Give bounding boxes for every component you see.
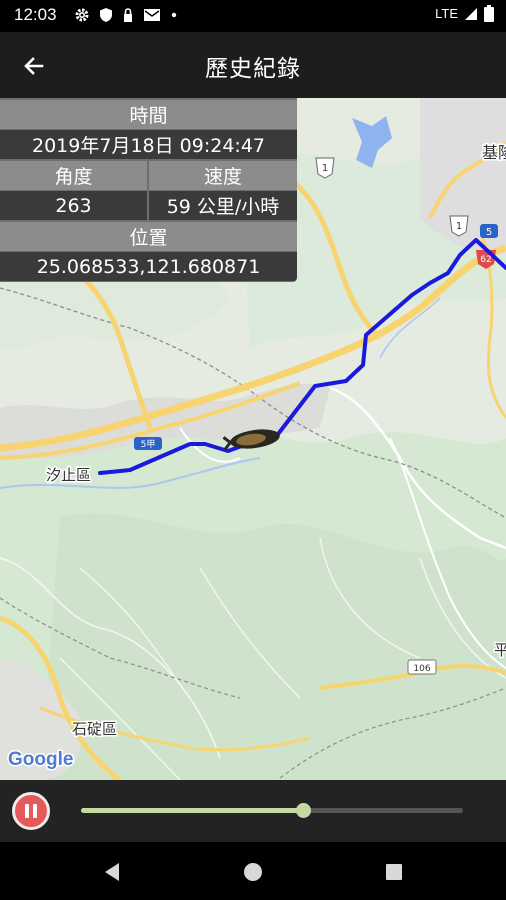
time-label: 時間	[0, 100, 297, 129]
position-value: 25.068533,121.680871	[0, 252, 297, 281]
system-nav-bar	[0, 842, 506, 900]
svg-text:62: 62	[480, 255, 491, 265]
google-logo: Google	[8, 749, 73, 770]
time-header-row: 時間	[0, 100, 297, 129]
svg-text:5: 5	[486, 227, 492, 238]
mail-icon	[144, 9, 160, 21]
nav-back-icon[interactable]	[100, 860, 124, 884]
pause-button[interactable]	[12, 792, 50, 830]
status-system-icons: LTE	[435, 5, 494, 22]
gear-icon	[75, 8, 89, 22]
time-value: 2019年7月18日 09:24:47	[0, 130, 297, 159]
angle-speed-header-row: 角度 速度	[0, 161, 297, 190]
playback-progress	[81, 808, 303, 813]
nav-home-icon[interactable]	[241, 860, 265, 884]
network-type: LTE	[435, 6, 458, 21]
time-value-row: 2019年7月18日 09:24:47	[0, 130, 297, 159]
place-label-xizhi: 汐止區	[46, 466, 91, 484]
playback-slider[interactable]	[81, 803, 463, 818]
playback-slider-thumb[interactable]	[295, 803, 311, 818]
app-bar: 歷史紀錄	[0, 32, 506, 98]
svg-text:106: 106	[413, 664, 430, 674]
info-panel: 時間 2019年7月18日 09:24:47 角度 速度 263 59 公里/小…	[0, 98, 297, 282]
dot-icon	[171, 12, 177, 18]
status-time: 12:03	[14, 5, 57, 24]
status-bar: 12:03 LTE	[0, 0, 506, 32]
angle-value: 263	[0, 191, 147, 220]
position-header-row: 位置	[0, 222, 297, 251]
svg-text:1: 1	[456, 221, 462, 232]
speed-value: 59 公里/小時	[149, 191, 297, 220]
svg-text:5甲: 5甲	[141, 439, 156, 450]
road-sign-106: 106	[407, 659, 437, 675]
place-label-shiding: 石碇區	[72, 720, 117, 738]
svg-text:1: 1	[322, 163, 328, 174]
speed-label: 速度	[149, 161, 297, 190]
page-title: 歷史紀錄	[205, 56, 301, 82]
angle-speed-value-row: 263 59 公里/小時	[0, 191, 297, 220]
road-sign-5a: 5	[480, 224, 498, 238]
signal-icon	[465, 7, 477, 20]
shield-icon	[100, 8, 112, 22]
position-value-row: 25.068533,121.680871	[0, 252, 297, 281]
nav-recents-icon[interactable]	[382, 860, 406, 884]
lock-icon	[124, 8, 132, 22]
position-label: 位置	[0, 222, 297, 251]
battery-icon	[484, 5, 494, 22]
place-label-ping: 平	[494, 641, 506, 659]
playback-bar	[0, 780, 506, 842]
angle-label: 角度	[0, 161, 147, 190]
status-notification-icons	[74, 7, 178, 23]
road-sign-5-bypass: 5甲	[134, 437, 162, 450]
place-label-keelung: 基隆	[482, 143, 506, 162]
